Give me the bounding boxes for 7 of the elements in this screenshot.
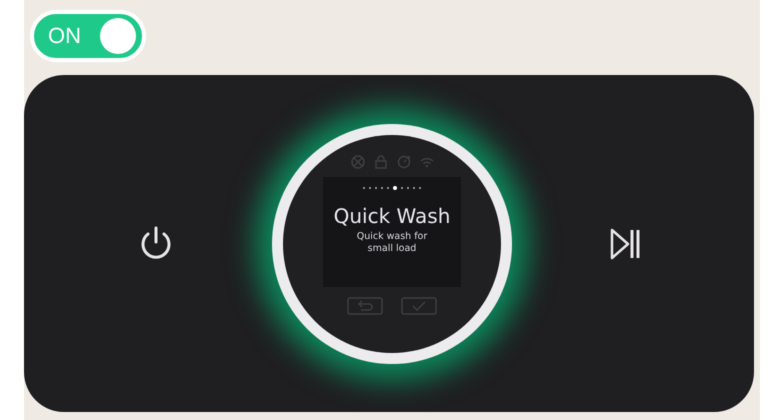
check-icon[interactable] [401,296,437,314]
timer-icon [396,154,410,168]
program-title: Quick Wash [334,204,450,228]
lock-icon [374,154,388,168]
dial-ring[interactable]: Quick Wash Quick wash for small load [272,124,512,364]
program-description: Quick wash for small load [356,230,428,256]
play-pause-icon[interactable] [608,226,642,260]
